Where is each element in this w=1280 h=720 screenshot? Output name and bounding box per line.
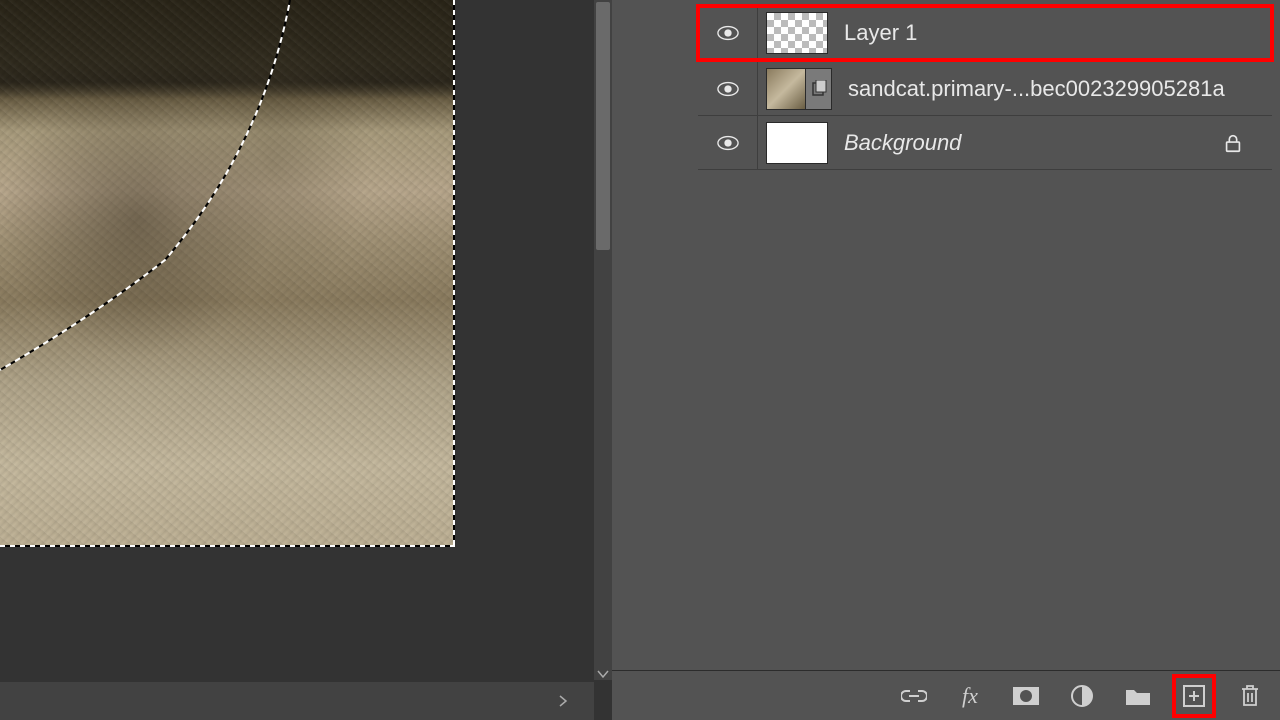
layers-panel: Layer 1 sandcat.primary-...bec0023299052… (612, 0, 1280, 720)
layer-thumbnail[interactable] (766, 68, 806, 110)
layer-name-label[interactable]: Layer 1 (844, 20, 1272, 46)
horizontal-scrollbar[interactable] (0, 682, 594, 720)
lock-icon (1222, 132, 1244, 154)
fx-icon[interactable]: fx (956, 682, 984, 710)
marching-ants-bottom (0, 545, 455, 547)
layer-name-label[interactable]: Background (844, 130, 1222, 156)
vertical-scrollbar-thumb[interactable] (596, 2, 610, 250)
chevron-down-icon[interactable] (597, 666, 609, 682)
visibility-toggle[interactable] (698, 62, 758, 115)
adjustment-layer-icon[interactable] (1068, 682, 1096, 710)
layer-thumbnail[interactable] (766, 122, 828, 164)
visibility-toggle[interactable] (698, 116, 758, 169)
smart-object-badge (806, 68, 832, 110)
document-image[interactable] (0, 0, 455, 547)
layer-name-label[interactable]: sandcat.primary-...bec002329905281a (848, 76, 1272, 102)
vertical-scrollbar[interactable] (594, 0, 612, 680)
canvas-area[interactable] (0, 0, 612, 720)
layer-thumbnail[interactable] (766, 12, 828, 54)
layer-row-smartobject[interactable]: sandcat.primary-...bec002329905281a (698, 62, 1272, 116)
chevron-right-icon[interactable] (558, 694, 568, 710)
visibility-toggle[interactable] (698, 6, 758, 59)
new-layer-icon[interactable] (1180, 682, 1208, 710)
layer-row-background[interactable]: Background (698, 116, 1272, 170)
trash-icon[interactable] (1236, 682, 1264, 710)
marching-ants-right (453, 0, 455, 547)
link-layers-icon[interactable] (900, 682, 928, 710)
mask-icon[interactable] (1012, 682, 1040, 710)
eye-icon (717, 135, 739, 151)
group-icon[interactable] (1124, 682, 1152, 710)
layers-panel-bottom-bar: fx (612, 670, 1280, 720)
eye-icon (717, 25, 739, 41)
layer-row-layer1[interactable]: Layer 1 (698, 6, 1272, 60)
eye-icon (717, 81, 739, 97)
layers-list: Layer 1 sandcat.primary-...bec0023299052… (612, 0, 1280, 670)
